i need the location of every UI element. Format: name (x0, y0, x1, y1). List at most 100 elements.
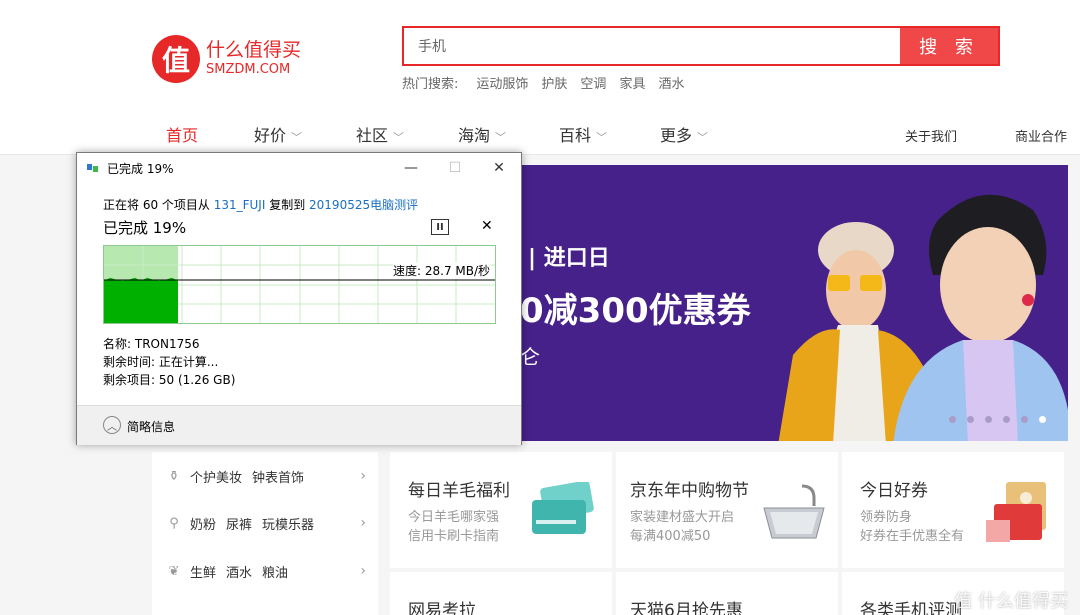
copy-progress-dialog[interactable]: 已完成 19% — ☐ ✕ 正在将 60 个项目从 131_FUJI 复制到 2… (76, 152, 522, 445)
nav-label: 社区 (356, 126, 389, 145)
time-remaining: 剩余时间: 正在计算... (103, 355, 219, 369)
chevron-down-icon: ﹀ (697, 131, 709, 144)
card-title: 天猫6月抢先惠 (630, 601, 743, 615)
chevron-right-icon: › (360, 468, 366, 484)
copy-text: 正在将 60 个项目从 (103, 198, 214, 212)
category-link[interactable]: 酒水 (226, 562, 252, 581)
nav-item-wiki[interactable]: 百科 ﹀ (559, 122, 607, 146)
carousel-dot[interactable] (949, 416, 956, 423)
carousel-dots (938, 416, 1046, 423)
banner-model-image (893, 194, 1068, 441)
chevron-up-icon[interactable]: ︿ (103, 416, 121, 434)
nav-item-community[interactable]: 社区 ﹀ (356, 122, 404, 146)
site-logo[interactable]: 值 什么值得买 SMZDM.COM (152, 35, 301, 83)
banner-text: 仑 (520, 345, 540, 369)
nav-item-deals[interactable]: 好价 ﹀ (254, 122, 302, 146)
feature-card[interactable]: 今日好券 领券防身 好券在手优惠全有 (842, 452, 1064, 568)
transfer-speed-graph (103, 245, 496, 324)
logo-text: 什么值得买 SMZDM.COM (206, 39, 301, 79)
card-title: 每日羊毛福利 (408, 481, 510, 501)
file-name: 名称: TRON1756 (103, 337, 200, 351)
carousel-dot[interactable] (985, 416, 992, 423)
feature-card[interactable]: 每日羊毛福利 今日羊毛哪家强 信用卡刷卡指南 (390, 452, 612, 568)
category-row[interactable]: ⚲ 奶粉 尿裤 玩模乐器 › (166, 511, 366, 535)
category-link[interactable]: 尿裤 (226, 514, 252, 533)
category-link[interactable]: 奶粉 (190, 514, 216, 533)
chevron-down-icon: ﹀ (596, 131, 608, 144)
banner-text: | 进口日 (528, 246, 610, 271)
cancel-button[interactable]: ✕ (481, 218, 493, 234)
less-details-button[interactable]: 简略信息 (127, 418, 175, 435)
sink-icon (763, 484, 825, 539)
card-title: 京东年中购物节 (630, 481, 749, 501)
category-link[interactable]: 钟表首饰 (252, 467, 304, 486)
logo-mark: 值 (152, 35, 200, 83)
page: 值 什么值得买 SMZDM.COM 搜 索 热门搜索: 运动服饰 护肤 空调 家… (0, 0, 1080, 615)
carousel-dot[interactable] (1021, 416, 1028, 423)
watermark: 值 什么值得买 (954, 591, 1068, 612)
copy-text: 复制到 (265, 198, 310, 212)
nav-business[interactable]: 商业合作 (1015, 126, 1067, 145)
source-folder-link[interactable]: 131_FUJI (214, 198, 266, 212)
card-sub-line: 领券防身 (860, 510, 913, 525)
card-subtitle: 今日羊毛哪家强 信用卡刷卡指南 (408, 508, 499, 546)
close-button[interactable]: ✕ (477, 153, 521, 183)
speed-graph-svg (104, 246, 495, 323)
hot-searches: 热门搜索: 运动服饰 护肤 空调 家具 酒水 (402, 73, 697, 92)
hot-term[interactable]: 空调 (580, 73, 606, 92)
site-header: 值 什么值得买 SMZDM.COM 搜 索 热门搜索: 运动服饰 护肤 空调 家… (0, 0, 1080, 155)
chevron-down-icon: ﹀ (495, 131, 507, 144)
copy-description: 正在将 60 个项目从 131_FUJI 复制到 20190525电脑测评 (103, 196, 418, 213)
chevron-down-icon: ﹀ (291, 131, 303, 144)
nav-about[interactable]: 关于我们 (905, 126, 957, 145)
feature-card[interactable]: 网易考拉 (390, 572, 612, 615)
category-link[interactable]: 生鲜 (190, 562, 216, 581)
category-link[interactable]: 个护美妆 (190, 467, 242, 486)
maximize-button[interactable]: ☐ (433, 153, 477, 183)
credit-card-icon (532, 482, 594, 534)
feature-card[interactable]: 京东年中购物节 家装建材盛大开启 每满400减50 (616, 452, 838, 568)
speed-area (104, 277, 178, 323)
dialog-titlebar[interactable]: 已完成 19% — ☐ ✕ (77, 153, 521, 183)
card-sub-line: 今日羊毛哪家强 (408, 510, 500, 525)
coupon-gift-icon (986, 482, 1046, 542)
category-row[interactable]: ⚱ 个护美妆 钟表首饰 › (166, 464, 366, 488)
card-title: 各类手机评测 (860, 601, 962, 615)
category-link[interactable]: 玩模乐器 (262, 514, 314, 533)
carousel-dot[interactable] (1003, 416, 1010, 423)
hot-search-label: 热门搜索: (402, 77, 459, 92)
hot-term[interactable]: 运动服饰 (476, 73, 528, 92)
logo-cn: 什么值得买 (206, 39, 302, 61)
nav-label: 更多 (660, 126, 693, 145)
card-sub-line: 好券在手优惠全有 (860, 529, 965, 544)
hot-term[interactable]: 家具 (619, 73, 645, 92)
items-remaining: 剩余项目: 50 (1.26 GB) (103, 373, 236, 387)
minimize-button[interactable]: — (389, 153, 433, 183)
progress-percent: 已完成 19% (103, 219, 187, 237)
hot-term[interactable]: 护肤 (541, 73, 567, 92)
category-link[interactable]: 粮油 (262, 562, 288, 581)
hot-term[interactable]: 酒水 (658, 73, 684, 92)
nav-item-more[interactable]: 更多 ﹀ (660, 122, 708, 146)
category-row[interactable]: ❦ 生鲜 酒水 粮油 › (166, 559, 366, 583)
dest-folder-link[interactable]: 20190525电脑测评 (309, 198, 418, 212)
pause-button[interactable]: II (431, 219, 449, 235)
search-button[interactable]: 搜 索 (900, 28, 998, 64)
feature-card[interactable]: 天猫6月抢先惠 (616, 572, 838, 615)
nav-item-home[interactable]: 首页 (166, 122, 198, 146)
nav-label: 好价 (254, 126, 287, 145)
carousel-dot[interactable] (967, 416, 974, 423)
card-sub-line: 每满400减50 (630, 529, 711, 544)
card-subtitle: 家装建材盛大开启 每满400减50 (630, 508, 734, 546)
carousel-dot-active[interactable] (1039, 416, 1046, 423)
card-subtitle: 领券防身好券在手优惠全有 (860, 508, 964, 546)
nav-item-haitao[interactable]: 海淘 ﹀ (458, 122, 506, 146)
card-title: 网易考拉 (408, 601, 476, 615)
nav-label: 海淘 (458, 126, 491, 145)
dialog-title: 已完成 19% (107, 162, 174, 176)
nav-label: 首页 (166, 126, 199, 145)
logo-en: SMZDM.COM (206, 62, 291, 77)
search-box: 搜 索 (402, 26, 1000, 66)
search-input[interactable] (404, 28, 900, 64)
dialog-footer: ︿ 简略信息 (77, 405, 521, 445)
